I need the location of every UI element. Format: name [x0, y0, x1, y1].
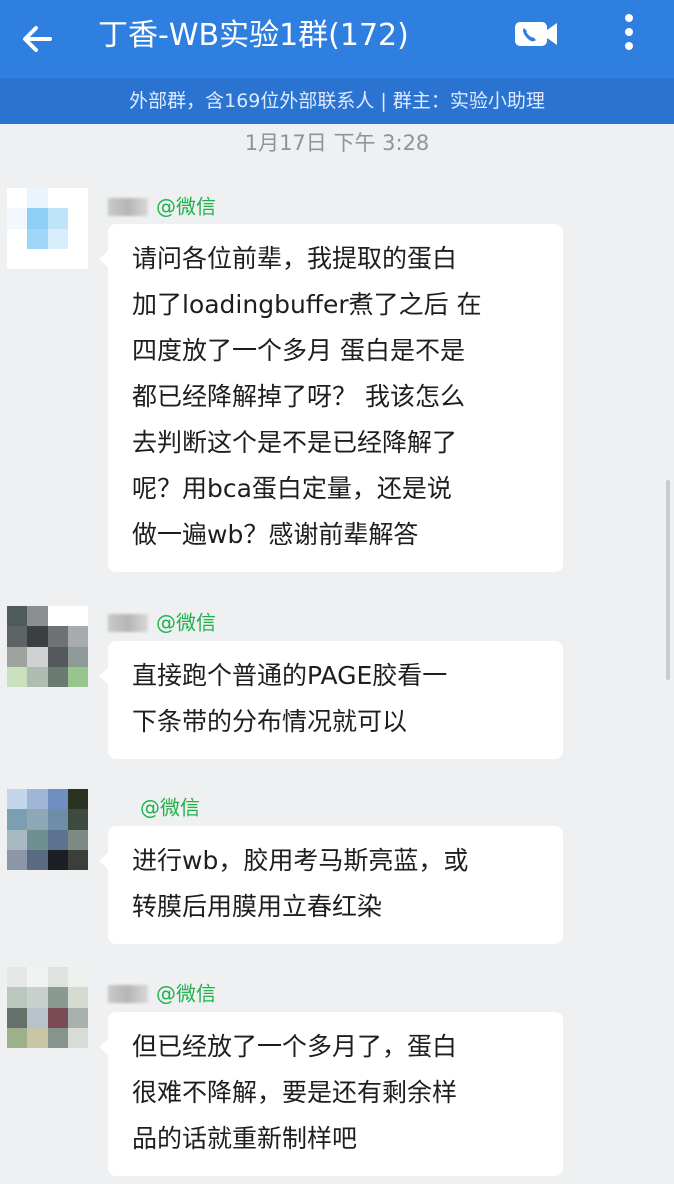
avatar[interactable]: [7, 967, 88, 1048]
message-bubble[interactable]: 直接跑个普通的PAGE胶看一 下条带的分布情况就可以: [99, 641, 563, 759]
sender-name-redacted: [108, 613, 148, 632]
avatar[interactable]: [7, 789, 88, 870]
sender-name: @微信: [108, 193, 216, 219]
sender-name-redacted: [108, 197, 148, 216]
avatar[interactable]: [7, 188, 88, 269]
wechat-tag: @微信: [156, 981, 216, 1006]
message-line: 品的话就重新制样吧: [132, 1124, 358, 1153]
back-button[interactable]: [14, 14, 64, 64]
video-call-icon: [515, 22, 557, 46]
message-line: 四度放了一个多月 蛋白是不是: [132, 336, 465, 365]
wechat-tag: @微信: [140, 795, 200, 820]
message-line: 请问各位前辈，我提取的蛋白: [132, 244, 458, 273]
more-options-button[interactable]: [612, 10, 646, 58]
wechat-tag: @微信: [156, 194, 216, 219]
message-bubble[interactable]: 但已经放了一个多月了，蛋白 很难不降解，要是还有剩余样 品的话就重新制样吧: [99, 1012, 563, 1176]
message-line: 但已经放了一个多月了，蛋白: [132, 1032, 458, 1061]
message-line: 都已经降解掉了呀？ 我该怎么: [132, 382, 465, 411]
message-line: 呢？用bca蛋白定量，还是说: [132, 474, 452, 503]
message-timestamp: 1月17日 下午 3:28: [244, 131, 430, 155]
message-line: 去判断这个是不是已经降解了: [132, 428, 458, 457]
message-line: 下条带的分布情况就可以: [132, 707, 408, 736]
sender-name: @微信: [108, 794, 200, 820]
sender-name: @微信: [108, 609, 216, 635]
message-line: 转膜后用膜用立春红染: [132, 892, 383, 921]
arrow-left-icon: [23, 26, 52, 52]
avatar[interactable]: [7, 606, 88, 687]
scrollbar[interactable]: [666, 480, 670, 680]
more-vertical-icon: [625, 14, 633, 50]
message-line: 加了loadingbuffer煮了之后 在: [132, 290, 482, 319]
sender-name-redacted: [108, 984, 148, 1003]
message-line: 直接跑个普通的PAGE胶看一: [132, 661, 448, 690]
message-bubble[interactable]: 请问各位前辈，我提取的蛋白 加了loadingbuffer煮了之后 在 四度放了…: [99, 224, 563, 572]
top-app-bar: 丁香-WB实验1群(172): [0, 0, 674, 78]
group-info-bar[interactable]: 外部群，含169位外部联系人 | 群主：实验小助理: [0, 78, 674, 124]
wechat-tag: @微信: [156, 610, 216, 635]
message-line: 进行wb，胶用考马斯亮蓝，或: [132, 846, 469, 875]
message-line: 做一遍wb？感谢前辈解答: [132, 520, 419, 549]
video-call-button[interactable]: [508, 14, 564, 54]
chat-title: 丁香-WB实验1群(172): [98, 18, 409, 53]
sender-name-redacted: [108, 799, 132, 817]
sender-name: @微信: [108, 980, 216, 1006]
message-line: 很难不降解，要是还有剩余样: [132, 1078, 458, 1107]
message-bubble[interactable]: 进行wb，胶用考马斯亮蓝，或 转膜后用膜用立春红染: [99, 826, 563, 944]
